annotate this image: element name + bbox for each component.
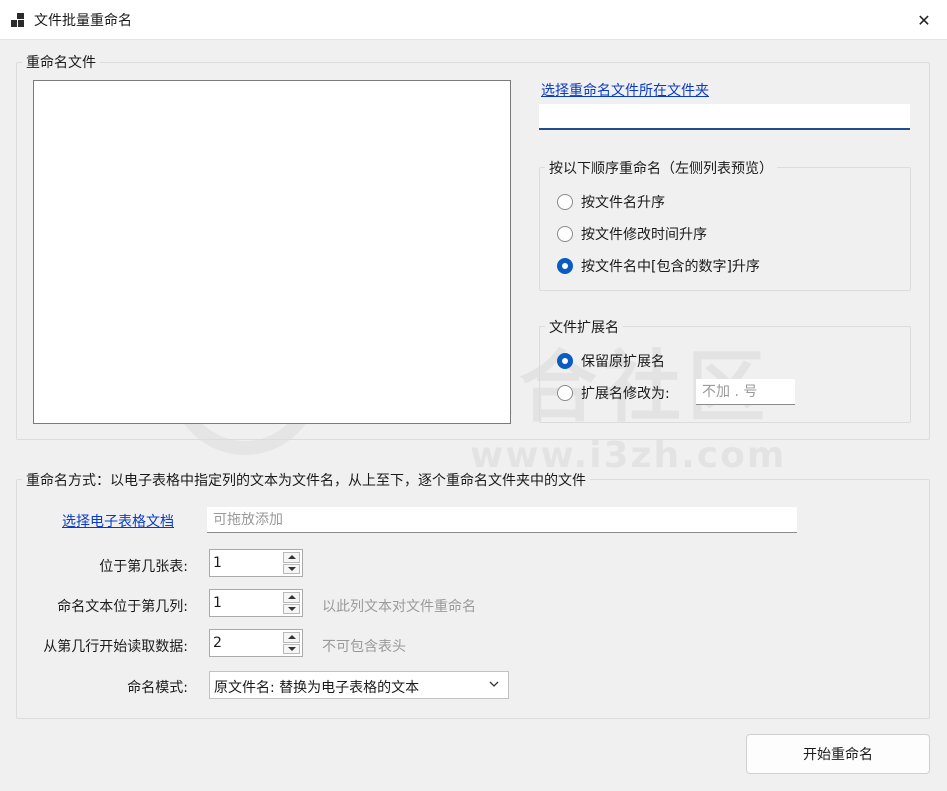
extension-group — [539, 326, 911, 423]
column-label: 命名文本位于第几列: — [57, 599, 188, 615]
order-option-modified-time[interactable]: 按文件修改时间升序 — [557, 224, 707, 244]
order-option-filename[interactable]: 按文件名升序 — [557, 192, 665, 212]
column-stepper[interactable]: 1 — [209, 589, 303, 617]
triangle-up-icon — [287, 595, 296, 600]
triangle-up-icon — [287, 635, 296, 640]
radio-button-checked[interactable] — [557, 258, 573, 274]
stepper-up-button[interactable] — [283, 632, 300, 643]
start-row-label: 从第几行开始读取数据: — [43, 639, 188, 655]
triangle-down-icon — [287, 566, 296, 571]
order-option-label: 按文件修改时间升序 — [581, 227, 707, 243]
select-sheet-link[interactable]: 选择电子表格文档 — [62, 511, 174, 531]
radio-button[interactable] — [557, 385, 573, 401]
start-row-hint: 不可包含表头 — [322, 639, 406, 655]
title-bar: 文件批量重命名 ✕ — [0, 0, 947, 40]
triangle-up-icon — [287, 555, 296, 560]
stepper-up-button[interactable] — [283, 592, 300, 603]
stepper-down-button[interactable] — [283, 603, 300, 614]
radio-button-checked[interactable] — [557, 353, 573, 369]
triangle-down-icon — [287, 646, 296, 651]
change-extension-label: 扩展名修改为: — [581, 386, 670, 402]
mode-label: 命名模式: — [127, 680, 188, 696]
mode-select[interactable]: 原文件名: 替换为电子表格的文本 — [209, 671, 509, 699]
sheet-index-stepper[interactable]: 1 — [209, 549, 303, 577]
start-rename-button[interactable]: 开始重命名 — [746, 734, 930, 774]
column-value: 1 — [213, 595, 222, 611]
radio-button[interactable] — [557, 226, 573, 242]
start-row-value: 2 — [213, 635, 222, 651]
start-row-stepper[interactable]: 2 — [209, 629, 303, 657]
keep-extension-option[interactable]: 保留原扩展名 — [557, 351, 665, 371]
column-hint: 以此列文本对文件重命名 — [322, 599, 476, 615]
sheet-index-label: 位于第几张表: — [99, 559, 188, 575]
file-preview-list[interactable] — [33, 80, 511, 424]
select-folder-link[interactable]: 选择重命名文件所在文件夹 — [541, 80, 709, 100]
chevron-down-icon — [488, 678, 500, 694]
order-option-label: 按文件名升序 — [581, 195, 665, 211]
close-button[interactable]: ✕ — [901, 0, 947, 40]
mode-value: 原文件名: 替换为电子表格的文本 — [214, 680, 420, 696]
extension-group-label: 文件扩展名 — [545, 317, 623, 337]
keep-extension-label: 保留原扩展名 — [581, 354, 665, 370]
radio-button[interactable] — [557, 194, 573, 210]
order-option-label: 按文件名中[包含的数字]升序 — [581, 259, 760, 275]
triangle-down-icon — [287, 606, 296, 611]
change-extension-option[interactable]: 扩展名修改为: — [557, 383, 670, 403]
stepper-up-button[interactable] — [283, 552, 300, 563]
stepper-down-button[interactable] — [283, 643, 300, 654]
stepper-down-button[interactable] — [283, 563, 300, 574]
new-extension-input[interactable] — [696, 379, 795, 405]
app-icon — [10, 12, 26, 28]
sheet-group-label: 重命名方式：以电子表格中指定列的文本为文件名，从上至下，逐个重命名文件夹中的文件 — [22, 470, 590, 490]
sheet-index-value: 1 — [213, 555, 222, 571]
order-option-contained-number[interactable]: 按文件名中[包含的数字]升序 — [557, 256, 760, 276]
order-group-label: 按以下顺序重命名（左侧列表预览） — [545, 158, 777, 178]
sheet-path-input[interactable] — [207, 507, 797, 533]
files-group-label: 重命名文件 — [22, 52, 100, 72]
folder-path-input[interactable] — [539, 104, 910, 130]
window-title: 文件批量重命名 — [34, 13, 132, 29]
close-icon: ✕ — [917, 10, 931, 30]
